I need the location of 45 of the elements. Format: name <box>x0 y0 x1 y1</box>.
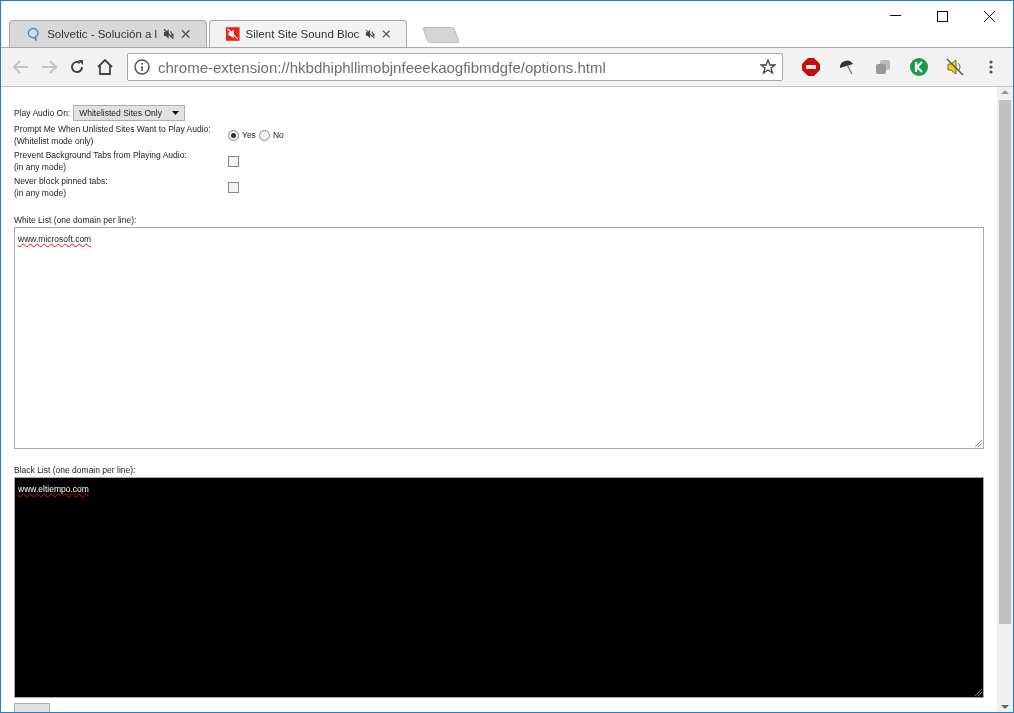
k-circle-icon[interactable] <box>910 58 928 76</box>
option-label: Never block pinned tabs: <box>14 175 109 187</box>
play-audio-select[interactable]: Whitelisted Sites Only <box>73 105 186 121</box>
stop-sign-icon[interactable] <box>802 58 820 76</box>
address-bar[interactable]: chrome-extension://hkbdhiphllimobjnfeeekaogfibmdgfe/options.html <box>127 53 783 81</box>
radio-label: No <box>272 129 284 141</box>
browser-tab[interactable]: Silent Site Sound Bloc <box>209 20 407 47</box>
speech-bubble-icon <box>26 26 42 42</box>
resize-grip-icon[interactable] <box>975 689 982 697</box>
option-note: (in any mode) <box>14 187 67 199</box>
minimize-icon[interactable] <box>890 15 901 17</box>
scroll-down-icon[interactable] <box>1001 702 1009 712</box>
info-icon[interactable] <box>134 59 150 75</box>
option-label: Prompt Me When Unlisted Sites Want to Play Audio: <box>14 123 212 135</box>
option-note: (in any mode) <box>14 161 67 173</box>
radio-label: Yes <box>242 129 256 141</box>
checkbox[interactable] <box>228 181 239 193</box>
option-label: Prevent Background Tabs from Playing Audio: <box>14 149 188 161</box>
radio-button[interactable] <box>228 129 239 141</box>
muted-speaker-icon <box>226 26 240 42</box>
star-icon[interactable] <box>760 59 776 75</box>
checkbox[interactable] <box>228 155 239 167</box>
browser-tab[interactable]: Solvetic - Solución a l <box>9 20 207 47</box>
list-label: White List (one domain per line): <box>14 215 138 226</box>
radio-button[interactable] <box>258 129 270 141</box>
url-text: chrome-extension://hkbdhiphllimobjnfeeekaogfibmdgfe/options.html <box>158 58 607 76</box>
home-icon[interactable] <box>96 59 114 75</box>
maximize-icon[interactable] <box>937 10 948 22</box>
muted-speaker-icon[interactable] <box>163 28 175 40</box>
stacked-squares-icon[interactable] <box>876 60 890 74</box>
scrollbar-thumb[interactable] <box>999 100 1011 624</box>
option-label: Play Audio On: <box>14 107 71 119</box>
muted-speaker-icon[interactable] <box>365 28 376 40</box>
muted-speaker-icon[interactable] <box>946 58 964 76</box>
option-note: (Whitelist mode only) <box>14 135 95 147</box>
menu-icon[interactable] <box>989 60 993 74</box>
list-label: Black List (one domain per line): <box>14 464 137 476</box>
caret-icon <box>172 111 180 115</box>
scrollbar[interactable] <box>997 87 1013 712</box>
reload-icon[interactable] <box>69 59 85 75</box>
close-icon[interactable] <box>984 10 995 22</box>
domain-list-field[interactable]: www.eltiempo.com <box>14 476 984 699</box>
resize-grip-icon[interactable] <box>975 439 982 447</box>
umbrella-icon[interactable] <box>838 59 856 75</box>
domain-list-field[interactable]: www.microsoft.com <box>14 227 984 449</box>
